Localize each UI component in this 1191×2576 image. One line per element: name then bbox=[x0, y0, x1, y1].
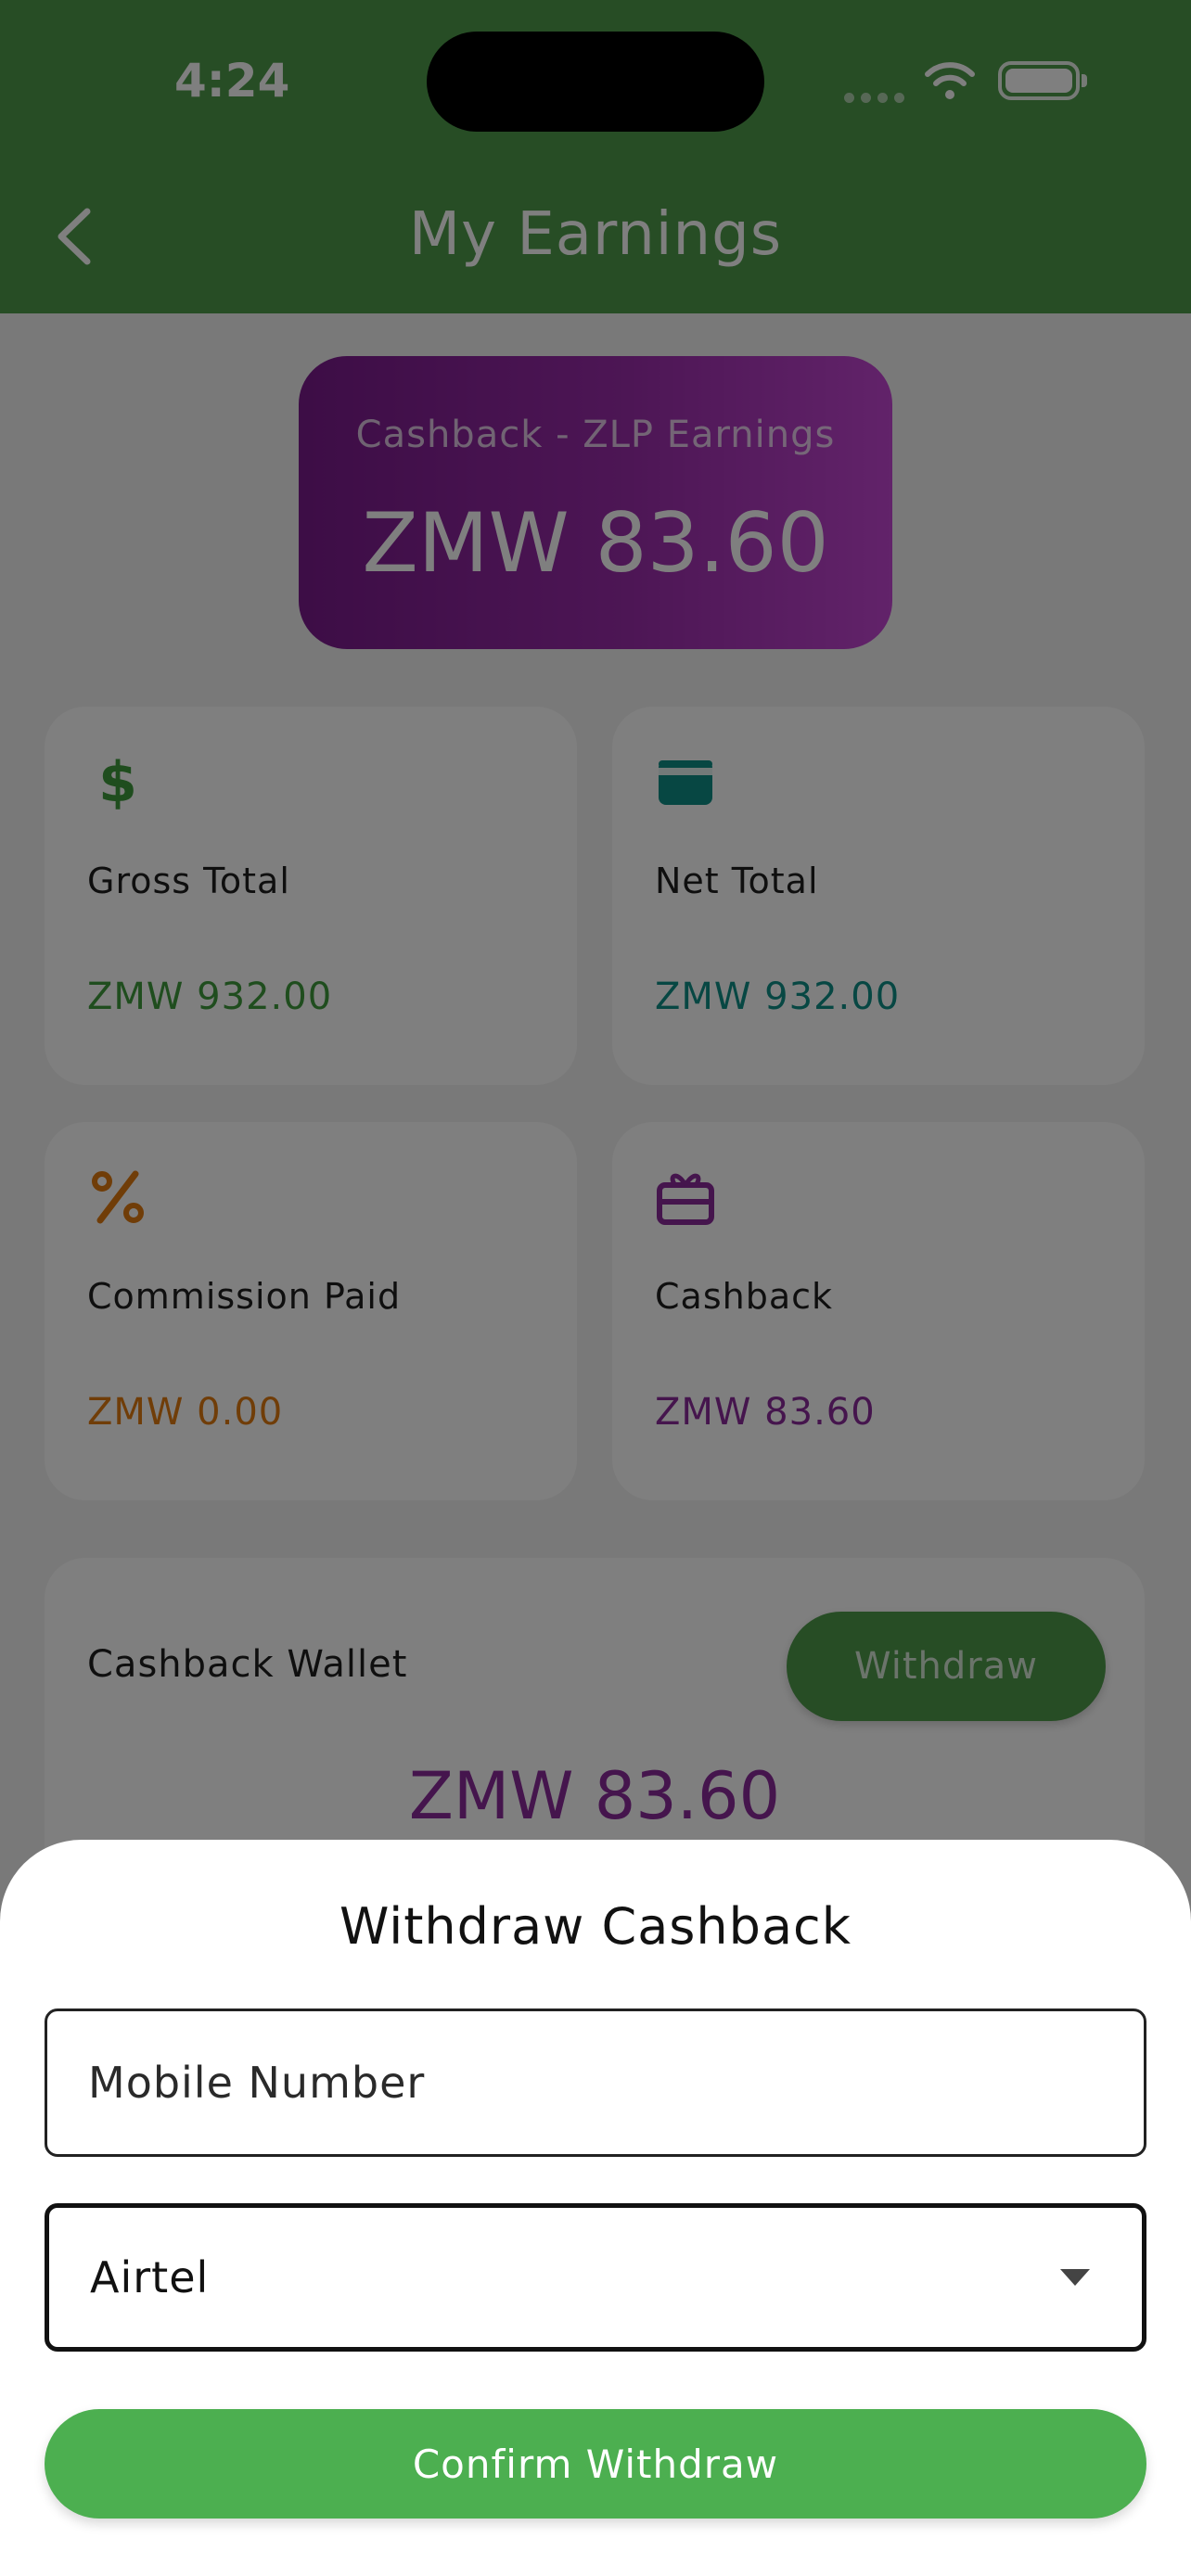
withdraw-bottom-sheet: Withdraw Cashback Airtel Confirm Withdra… bbox=[0, 1840, 1191, 2576]
sheet-title: Withdraw Cashback bbox=[339, 1897, 852, 1956]
confirm-withdraw-button[interactable]: Confirm Withdraw bbox=[45, 2409, 1146, 2519]
network-select[interactable]: Airtel bbox=[45, 2203, 1146, 2352]
network-selected-value: Airtel bbox=[90, 2252, 210, 2302]
mobile-number-input[interactable] bbox=[45, 2009, 1146, 2157]
dropdown-arrow-icon bbox=[1060, 2269, 1090, 2286]
